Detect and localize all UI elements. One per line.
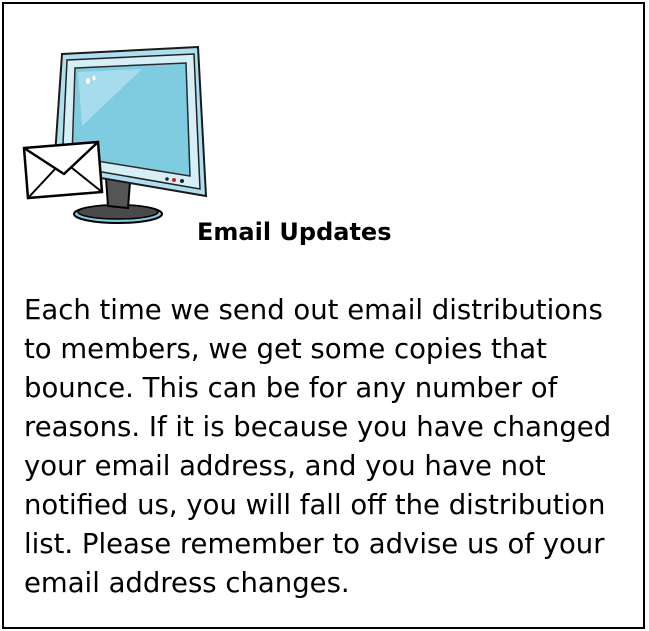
card-title: Email Updates	[197, 218, 392, 246]
email-updates-card: Email Updates Each time we send out emai…	[2, 2, 645, 629]
card-body-text: Each time we send out email distribution…	[24, 294, 612, 599]
computer-monitor-email-icon	[22, 46, 208, 224]
